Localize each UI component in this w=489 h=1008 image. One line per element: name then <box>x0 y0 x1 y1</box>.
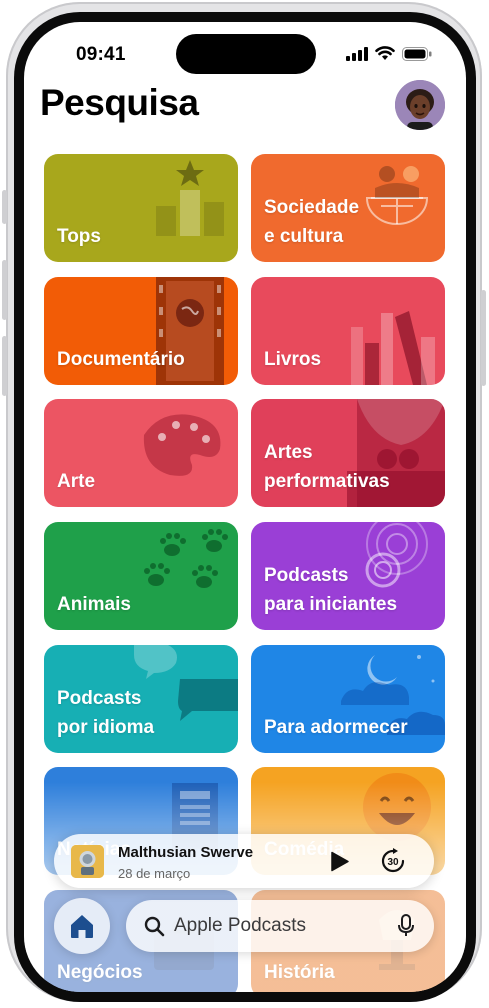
episode-artwork[interactable] <box>71 845 104 878</box>
category-label: Animais <box>57 594 131 615</box>
wifi-icon <box>375 46 395 60</box>
category-label: Artes performativas <box>264 442 390 492</box>
action-button <box>2 190 7 224</box>
memoji-avatar-icon <box>395 80 445 130</box>
episode-date: 28 de março <box>118 866 191 881</box>
category-label: Negócios <box>57 962 143 983</box>
category-tile[interactable]: Documentário <box>44 277 238 385</box>
category-tile[interactable]: Tops <box>44 154 238 262</box>
search-icon <box>144 916 165 937</box>
home-tab-button[interactable] <box>54 898 110 954</box>
dynamic-island <box>176 34 316 74</box>
battery-icon <box>402 46 432 61</box>
category-tile[interactable]: Podcasts para iniciantes <box>251 522 445 630</box>
skip-forward-30-icon[interactable]: 30 <box>379 847 407 875</box>
status-icons <box>346 46 432 61</box>
category-label: Documentário <box>57 349 185 370</box>
category-tile[interactable]: Artes performativas <box>251 399 445 507</box>
search-bar[interactable]: Apple Podcasts <box>126 900 434 952</box>
category-tile[interactable]: Sociedade e cultura <box>251 154 445 262</box>
episode-title: Malthusian Swerve <box>118 844 254 861</box>
power-button <box>481 290 486 386</box>
category-label: Podcasts para iniciantes <box>264 565 398 615</box>
play-icon[interactable] <box>330 851 350 872</box>
category-tile[interactable]: Animais <box>44 522 238 630</box>
category-label: Livros <box>264 349 322 370</box>
category-tile[interactable]: Para adormecer <box>251 645 445 753</box>
status-time: 09:41 <box>76 44 126 65</box>
home-icon <box>71 915 93 938</box>
mini-player[interactable]: Malthusian Swerve 28 de março 30 <box>54 834 434 888</box>
category-label: Podcasts por idioma <box>57 688 155 738</box>
category-label: Para adormecer <box>264 717 408 738</box>
search-placeholder: Apple Podcasts <box>174 915 307 936</box>
category-label: História <box>264 962 335 983</box>
category-tile[interactable]: Livros <box>251 277 445 385</box>
screen: 09:41 Pesquisa Tops Sociedade e cultura … <box>24 22 466 992</box>
category-label: Arte <box>57 471 96 492</box>
volume-up-button <box>2 260 7 320</box>
category-label: Tops <box>57 226 101 247</box>
microphone-icon[interactable] <box>397 914 415 938</box>
profile-avatar[interactable] <box>395 80 445 130</box>
cellular-signal-icon <box>346 46 368 61</box>
svg-text:30: 30 <box>387 857 399 868</box>
volume-down-button <box>2 336 7 396</box>
category-tile[interactable]: Arte <box>44 399 238 507</box>
page-title: Pesquisa <box>40 82 199 123</box>
category-tile[interactable]: Podcasts por idioma <box>44 645 238 753</box>
category-label: Sociedade e cultura <box>264 197 360 247</box>
